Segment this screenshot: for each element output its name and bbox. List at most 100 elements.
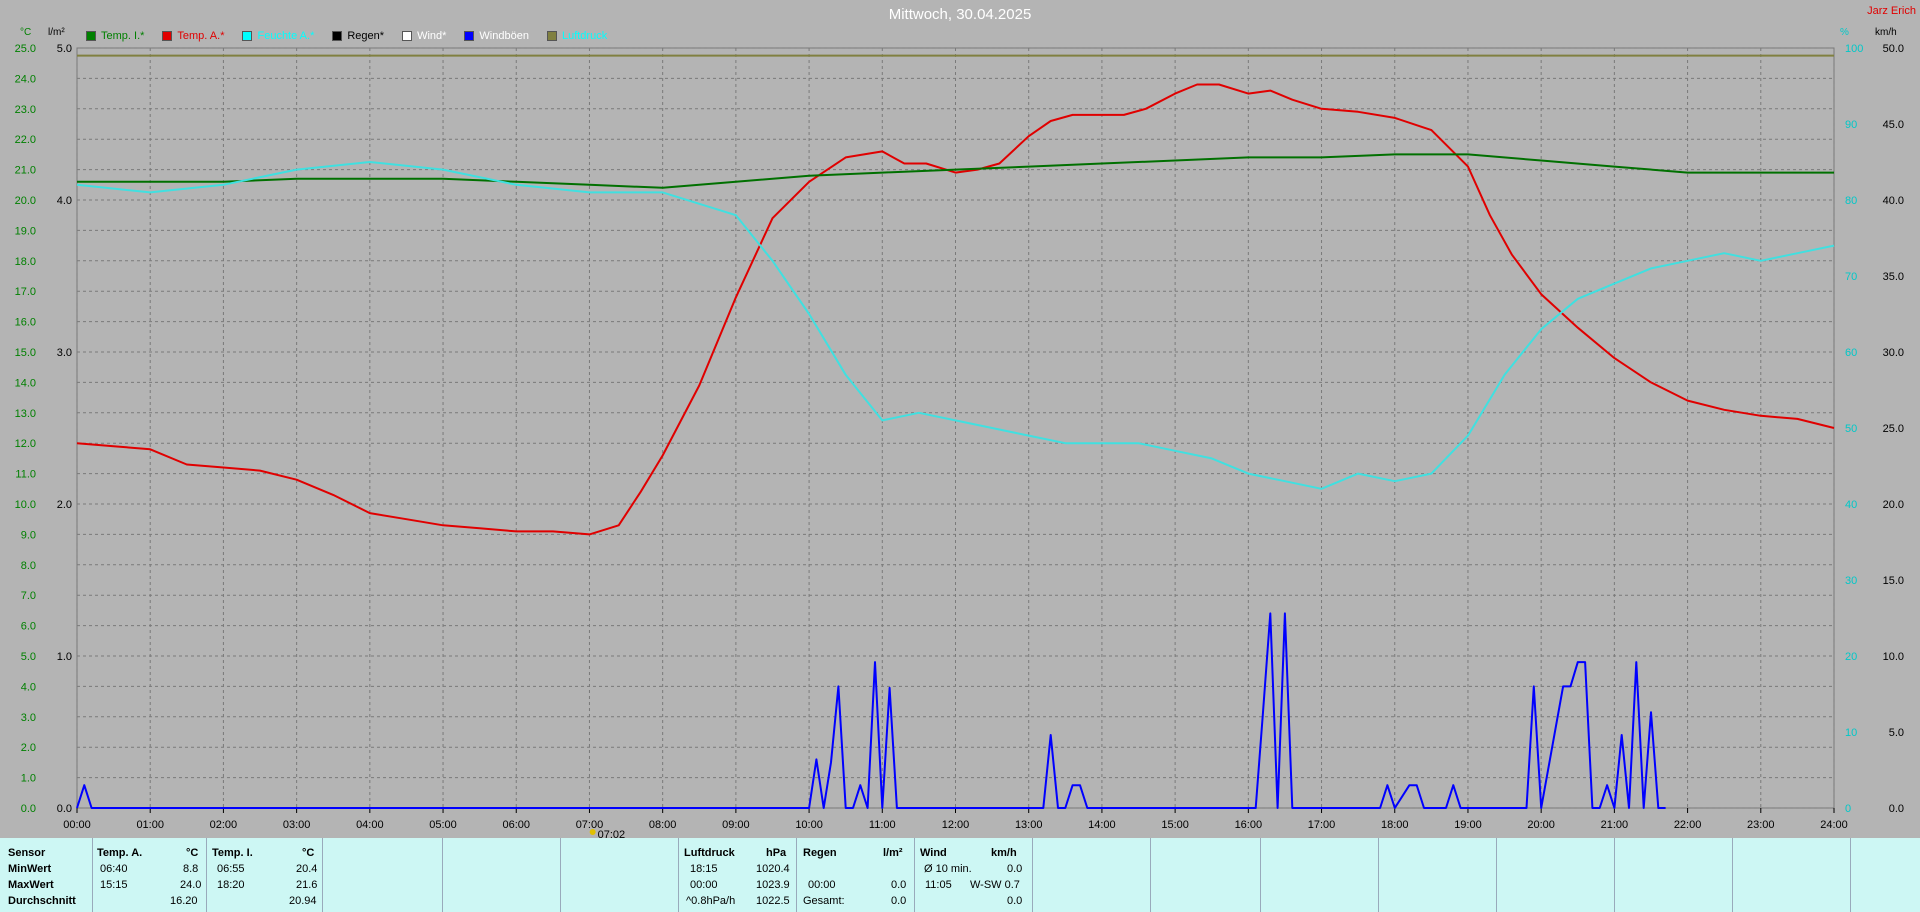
rain-time: 00:00 <box>808 879 836 891</box>
rain-unit: l/m² <box>883 847 903 859</box>
rain-total-val: 0.0 <box>891 895 907 907</box>
legend-swatch <box>242 31 253 41</box>
temp-tick-label: 13.0 <box>15 408 36 420</box>
temp-tick-label: 12.0 <box>15 438 36 450</box>
temp-a-avg: 16.20 <box>170 895 198 907</box>
rain-tick-label: 5.0 <box>57 43 72 55</box>
x-tick-label: 18:00 <box>1381 819 1409 831</box>
rain-tick-label: 1.0 <box>57 651 72 663</box>
rain-header: Regen <box>803 847 837 859</box>
unit-wind: km/h <box>1875 27 1897 38</box>
temp-tick-label: 4.0 <box>21 681 36 693</box>
temp-tick-label: 1.0 <box>21 773 36 785</box>
pressure-trend-label: ^0.8hPa/h <box>686 895 736 907</box>
temp-tick-label: 17.0 <box>15 286 36 298</box>
unit-rain: l/m² <box>48 27 65 38</box>
x-tick-label: 11:00 <box>869 819 896 831</box>
wind-tick-label: 40.0 <box>1883 195 1904 207</box>
temp-tick-label: 25.0 <box>15 43 36 55</box>
temp-tick-label: 7.0 <box>21 590 36 602</box>
separator <box>678 838 679 912</box>
x-tick-label: 14:00 <box>1088 819 1116 831</box>
legend-swatch <box>402 31 413 41</box>
legend-item: Wind* <box>402 30 446 42</box>
x-tick-label: 04:00 <box>356 819 384 831</box>
wind-avg-label: Ø 10 min. <box>924 863 972 875</box>
temp-i-header: Temp. I. <box>212 847 253 859</box>
x-tick-label: 20:00 <box>1527 819 1555 831</box>
x-tick-label: 16:00 <box>1235 819 1263 831</box>
legend-item: Regen* <box>332 30 384 42</box>
separator <box>796 838 797 912</box>
temp-tick-label: 20.0 <box>15 195 36 207</box>
legend-label: Wind* <box>417 30 447 42</box>
sunrise-icon <box>589 829 596 835</box>
legend-swatch <box>162 31 173 41</box>
separator <box>1850 838 1851 912</box>
legend: Temp. I.* Temp. A.* Feuchte A.* Regen* W… <box>86 30 625 42</box>
legend-label: Luftdruck <box>561 30 608 42</box>
temp-i-unit: °C <box>302 847 315 859</box>
rain-tick-label: 3.0 <box>57 347 72 359</box>
rain-total-label: Gesamt: <box>803 895 845 907</box>
temp-tick-label: 10.0 <box>15 499 36 511</box>
stats-panel: Sensor MinWert MaxWert Durchschnitt Temp… <box>0 838 1920 912</box>
x-tick-label: 05:00 <box>429 819 457 831</box>
rain-tick-label: 4.0 <box>57 195 72 207</box>
sensor-header: Sensor <box>8 847 46 859</box>
temp-tick-label: 14.0 <box>15 377 36 389</box>
separator <box>206 838 207 912</box>
temp-tick-label: 8.0 <box>21 560 36 572</box>
temp-a-unit: °C <box>186 847 199 859</box>
separator <box>914 838 915 912</box>
x-tick-label: 23:00 <box>1747 819 1775 831</box>
wind-tick-label: 15.0 <box>1883 575 1904 587</box>
legend-label: Windböen <box>479 30 529 42</box>
temp-tick-label: 11.0 <box>15 469 36 481</box>
legend-label: Temp. A.* <box>177 30 225 42</box>
pressure-trend-val: 1022.5 <box>756 895 790 907</box>
temp-tick-label: 0.0 <box>21 803 36 815</box>
humidity-tick-label: 20 <box>1845 651 1857 663</box>
x-tick-label: 12:00 <box>942 819 970 831</box>
wind-max-val: W-SW 0.7 <box>970 879 1020 891</box>
legend-item: Windböen <box>464 30 529 42</box>
temp-tick-label: 3.0 <box>21 712 36 724</box>
wind-tick-label: 50.0 <box>1883 43 1904 55</box>
humidity-tick-label: 50 <box>1845 423 1857 435</box>
x-tick-label: 09:00 <box>722 819 750 831</box>
x-tick-label: 02:00 <box>210 819 238 831</box>
pressure-min-val: 1020.4 <box>756 863 790 875</box>
x-tick-label: 08:00 <box>649 819 677 831</box>
separator <box>1732 838 1733 912</box>
humidity-tick-label: 60 <box>1845 347 1857 359</box>
row-max: MaxWert <box>8 879 54 891</box>
unit-humidity: % <box>1840 27 1849 38</box>
separator <box>1614 838 1615 912</box>
wind-tick-label: 5.0 <box>1889 727 1904 739</box>
legend-item: Luftdruck <box>546 30 608 42</box>
temp-tick-label: 22.0 <box>15 134 36 146</box>
temp-i-avg: 20.94 <box>289 895 317 907</box>
humidity-tick-label: 0 <box>1845 803 1851 815</box>
x-tick-label: 15:00 <box>1161 819 1189 831</box>
legend-label: Temp. I.* <box>101 30 145 42</box>
separator <box>1260 838 1261 912</box>
x-tick-label: 22:00 <box>1674 819 1702 831</box>
wind-unit: km/h <box>991 847 1017 859</box>
humidity-tick-label: 100 <box>1845 43 1863 55</box>
rain-val: 0.0 <box>891 879 907 891</box>
wind-tick-label: 35.0 <box>1883 271 1904 283</box>
wind-tick-label: 30.0 <box>1883 347 1904 359</box>
x-tick-label: 24:00 <box>1820 819 1848 831</box>
sunrise-label: 07:02 <box>598 829 626 838</box>
unit-temp: °C <box>20 27 32 38</box>
x-tick-label: 01:00 <box>136 819 164 831</box>
temp-tick-label: 21.0 <box>15 165 36 177</box>
temp-tick-label: 9.0 <box>21 529 36 541</box>
temp-tick-label: 15.0 <box>15 347 36 359</box>
legend-item: Temp. I.* <box>86 30 144 42</box>
temp-i-min-time: 06:55 <box>217 863 245 875</box>
humidity-tick-label: 40 <box>1845 499 1857 511</box>
temp-a-max-time: 15:15 <box>100 879 128 891</box>
